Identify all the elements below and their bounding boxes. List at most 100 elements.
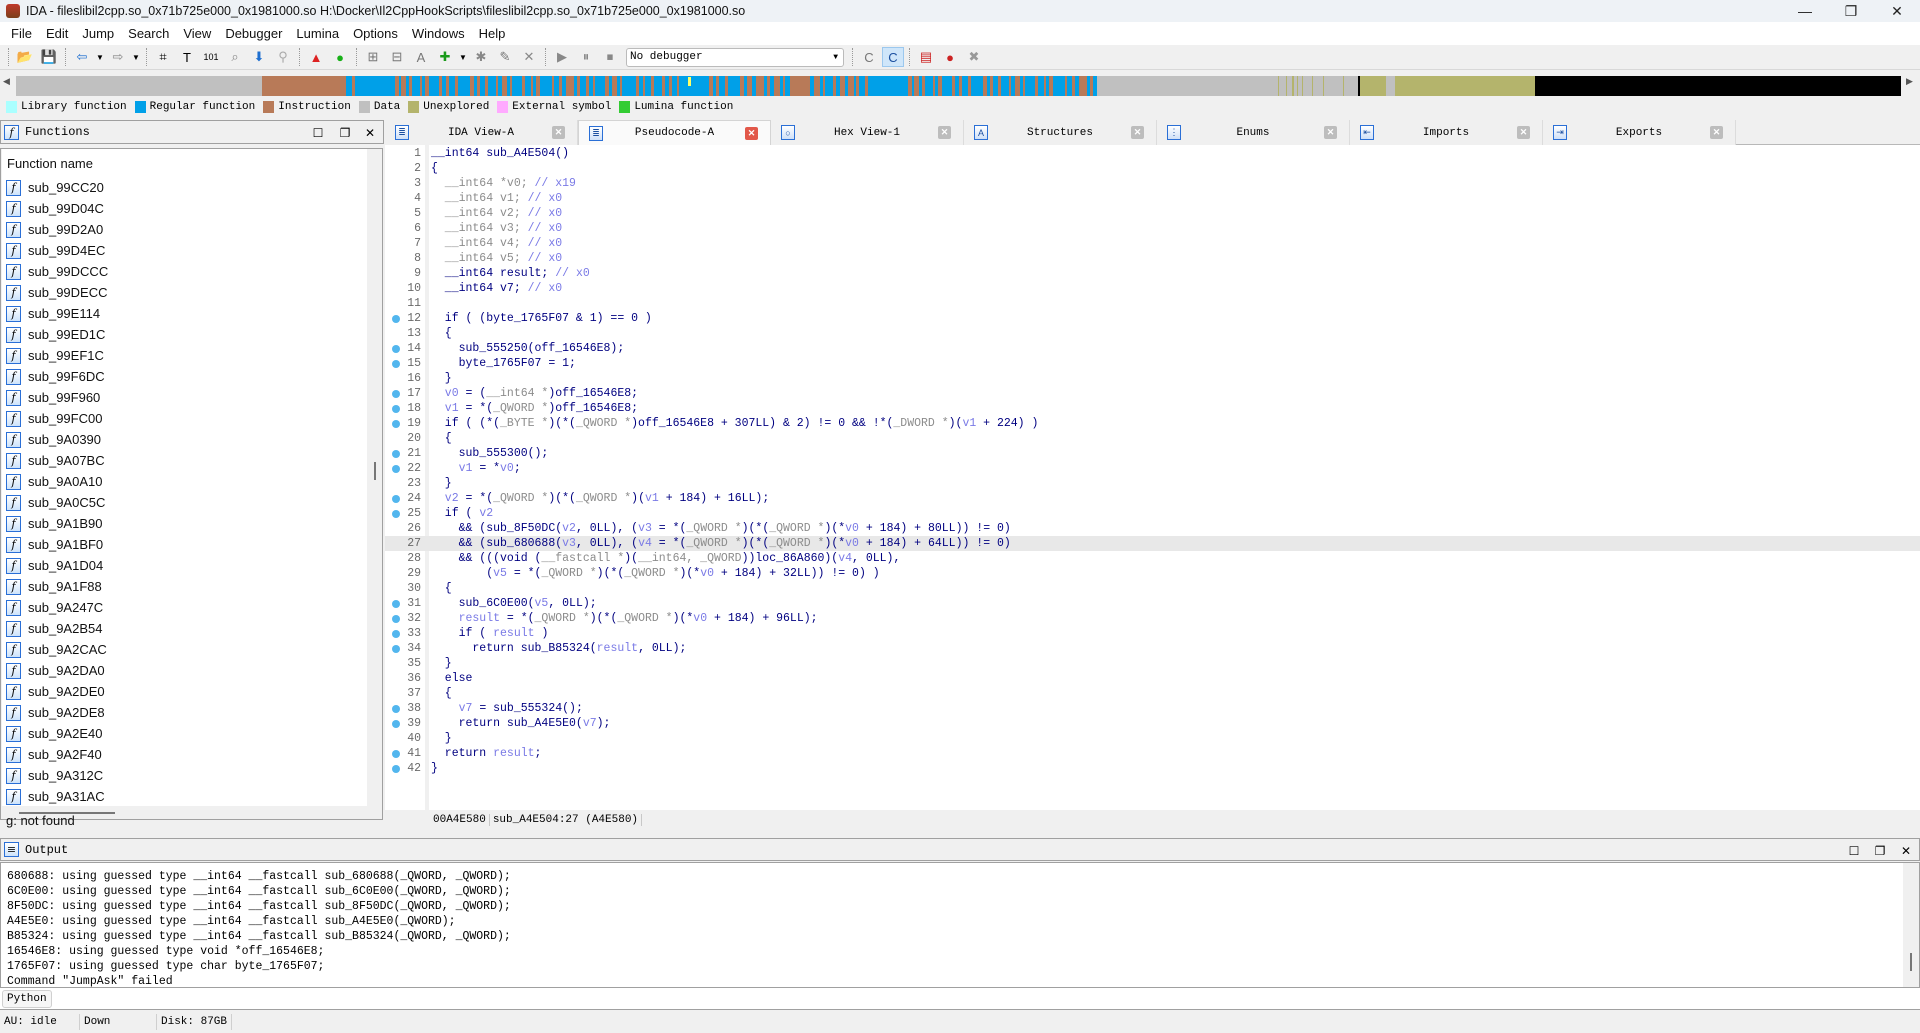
code-line[interactable]: 2{: [385, 161, 1920, 176]
function-list-item[interactable]: f sub_9A1F88: [2, 576, 367, 597]
code-line[interactable]: 42}: [385, 761, 1920, 776]
function-list-item[interactable]: f sub_99FC00: [2, 408, 367, 429]
pseudocode-off-icon[interactable]: C: [858, 47, 880, 67]
menu-jump[interactable]: Jump: [75, 26, 121, 41]
code-line[interactable]: 12 if ( (byte_1765F07 & 1) == 0 ): [385, 311, 1920, 326]
function-list-item[interactable]: f sub_9A312C: [2, 765, 367, 786]
code-line[interactable]: 1 __int64 sub_A4E504(): [385, 146, 1920, 161]
code-line[interactable]: 34 return sub_B85324(result, 0LL);: [385, 641, 1920, 656]
back-icon[interactable]: ⇦: [71, 47, 93, 67]
code-line[interactable]: 24 v2 = *(_QWORD *)(*(_QWORD *)(v1 + 184…: [385, 491, 1920, 506]
debugger-select[interactable]: No debugger ▼: [626, 47, 844, 67]
tab-structures[interactable]: A Structures ✕: [964, 120, 1157, 145]
function-list-item[interactable]: f sub_99CC20: [2, 177, 367, 198]
close-tab-icon[interactable]: ✕: [745, 127, 758, 140]
close-tab-icon[interactable]: ✕: [1710, 126, 1723, 139]
save-icon[interactable]: 💾: [38, 47, 60, 67]
make-data-icon[interactable]: ⊟: [386, 47, 408, 67]
nav-left-arrow-icon[interactable]: ◀: [3, 76, 10, 87]
float-output-button[interactable]: ❐: [1871, 842, 1889, 859]
create-dropdown-icon[interactable]: ▼: [458, 47, 468, 67]
forward-dropdown-icon[interactable]: ▼: [131, 47, 141, 67]
make-string-icon[interactable]: A: [410, 47, 432, 67]
code-line[interactable]: 7 __int64 v4; // x0: [385, 236, 1920, 251]
menu-view[interactable]: View: [176, 26, 218, 41]
code-line[interactable]: 8 __int64 v5; // x0: [385, 251, 1920, 266]
menu-search[interactable]: Search: [121, 26, 176, 41]
function-list-item[interactable]: f sub_9A2DA0: [2, 660, 367, 681]
menu-file[interactable]: File: [4, 26, 39, 41]
code-line[interactable]: 15 byte_1765F07 = 1;: [385, 356, 1920, 371]
menu-help[interactable]: Help: [472, 26, 513, 41]
close-tab-icon[interactable]: ✕: [938, 126, 951, 139]
function-list-item[interactable]: f sub_9A2CAC: [2, 639, 367, 660]
delete-icon[interactable]: ✕: [518, 47, 540, 67]
add-breakpoint-icon[interactable]: ●: [939, 47, 961, 67]
close-panel-button[interactable]: ✕: [361, 124, 379, 141]
function-list-item[interactable]: f sub_9A2F40: [2, 744, 367, 765]
menu-options[interactable]: Options: [346, 26, 405, 41]
graph-red-icon[interactable]: ▲: [305, 47, 327, 67]
function-list-item[interactable]: f sub_9A247C: [2, 597, 367, 618]
code-line[interactable]: 29 (v5 = *(_QWORD *)(*(_QWORD *)(*v0 + 1…: [385, 566, 1920, 581]
tab-hex-view-1[interactable]: ○ Hex View-1 ✕: [771, 120, 964, 145]
delete-breakpoint-icon[interactable]: ✖: [963, 47, 985, 67]
code-line[interactable]: 21 sub_555300();: [385, 446, 1920, 461]
pause-debug-icon[interactable]: ⏸: [575, 47, 597, 67]
search-next-icon[interactable]: ⌕: [224, 47, 246, 67]
code-line[interactable]: 5 __int64 v2; // x0: [385, 206, 1920, 221]
code-line[interactable]: 13 {: [385, 326, 1920, 341]
code-line[interactable]: 36 else: [385, 671, 1920, 686]
function-list-item[interactable]: f sub_9A31AC: [2, 786, 367, 806]
code-line[interactable]: 35 }: [385, 656, 1920, 671]
float-panel-button[interactable]: ❐: [336, 124, 354, 141]
python-language-button[interactable]: Python: [2, 990, 52, 1008]
function-list-item[interactable]: f sub_99EF1C: [2, 345, 367, 366]
back-dropdown-icon[interactable]: ▼: [95, 47, 105, 67]
output-log[interactable]: 680688: using guessed type __int64 __fas…: [0, 862, 1920, 988]
close-tab-icon[interactable]: ✕: [1324, 126, 1337, 139]
code-line[interactable]: 3 __int64 *v0; // x19: [385, 176, 1920, 191]
code-line[interactable]: 33 if ( result ): [385, 626, 1920, 641]
function-list-item[interactable]: f sub_99F960: [2, 387, 367, 408]
function-list-item[interactable]: f sub_9A0C5C: [2, 492, 367, 513]
function-list-item[interactable]: f sub_9A2B54: [2, 618, 367, 639]
code-line[interactable]: 31 sub_6C0E00(v5, 0LL);: [385, 596, 1920, 611]
code-line[interactable]: 25 if ( v2: [385, 506, 1920, 521]
function-list-item[interactable]: f sub_99F6DC: [2, 366, 367, 387]
menu-windows[interactable]: Windows: [405, 26, 472, 41]
code-line[interactable]: 23 }: [385, 476, 1920, 491]
function-list-item[interactable]: f sub_9A2DE0: [2, 681, 367, 702]
tab-enums[interactable]: ⋮ Enums ✕: [1157, 120, 1350, 145]
start-debug-icon[interactable]: ▶: [551, 47, 573, 67]
nav-right-arrow-icon[interactable]: ▶: [1906, 76, 1913, 87]
code-line[interactable]: 40 }: [385, 731, 1920, 746]
function-list-item[interactable]: f sub_9A1D04: [2, 555, 367, 576]
pseudocode-on-icon[interactable]: C: [882, 47, 904, 67]
breakpoint-list-icon[interactable]: ▤: [915, 47, 937, 67]
code-line[interactable]: 39 return sub_A4E5E0(v7);: [385, 716, 1920, 731]
menu-lumina[interactable]: Lumina: [289, 26, 346, 41]
column-header-function-name[interactable]: Function name: [2, 149, 367, 177]
function-list-item[interactable]: f sub_9A2E40: [2, 723, 367, 744]
navigation-band-bar[interactable]: [16, 76, 1901, 96]
maximize-button[interactable]: ❐: [1828, 0, 1874, 22]
search-sequence-icon[interactable]: ⌗: [152, 47, 174, 67]
code-line[interactable]: 18 v1 = *(_QWORD *)off_16546E8;: [385, 401, 1920, 416]
scrollbar-thumb[interactable]: [1910, 953, 1912, 971]
menu-edit[interactable]: Edit: [39, 26, 75, 41]
function-list-item[interactable]: f sub_99DECC: [2, 282, 367, 303]
code-line[interactable]: 11: [385, 296, 1920, 311]
tab-ida-view-a[interactable]: ≣ IDA View-A ✕: [385, 120, 578, 145]
function-list-item[interactable]: f sub_9A1BF0: [2, 534, 367, 555]
function-list-item[interactable]: f sub_9A0A10: [2, 471, 367, 492]
close-tab-icon[interactable]: ✕: [1131, 126, 1144, 139]
code-line[interactable]: 19 if ( (*(_BYTE *)(*(_QWORD *)off_16546…: [385, 416, 1920, 431]
pseudocode-view[interactable]: 1 __int64 sub_A4E504() 2{3 __int64 *v0; //…: [385, 145, 1920, 826]
close-output-button[interactable]: ✕: [1897, 842, 1915, 859]
menu-debugger[interactable]: Debugger: [218, 26, 289, 41]
code-line[interactable]: 22 v1 = *v0;: [385, 461, 1920, 476]
functions-list[interactable]: Function name f sub_99CC20 f sub_99D04C f sub…: [0, 148, 383, 820]
tab-exports[interactable]: ⇥ Exports ✕: [1543, 120, 1736, 145]
close-tab-icon[interactable]: ✕: [552, 126, 565, 139]
